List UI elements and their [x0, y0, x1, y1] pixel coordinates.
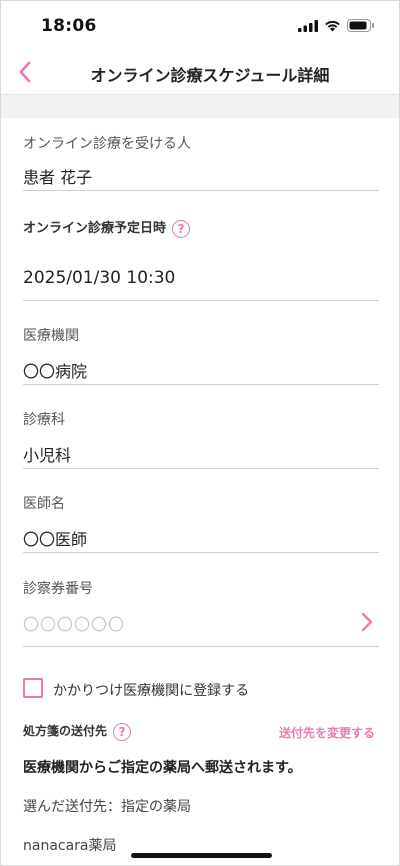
doctor-label: 医師名 — [23, 496, 65, 512]
screen: 18:06 オンライン診療スケジュール詳細 オンライン診療を受ける人 患者 花子… — [0, 0, 400, 866]
family-clinic-label[interactable]: かかりつけ医療機関に登録する — [53, 680, 249, 700]
patient-value: 患者 花子 — [23, 168, 93, 187]
schedule-label: オンライン診療予定日時 — [23, 221, 167, 236]
home-indicator — [131, 853, 272, 858]
doctor-field: 医師名 〇〇医師 — [23, 493, 379, 553]
doctor-value: 〇〇医師 — [23, 530, 88, 549]
institution-divider — [23, 384, 379, 385]
patient-divider — [23, 190, 379, 191]
pharmacy-block: nanacara薬局 — [23, 835, 379, 855]
change-destination-link[interactable]: 送付先を変更する — [279, 724, 375, 741]
wifi-icon — [325, 20, 340, 31]
department-label: 診療科 — [23, 412, 65, 428]
department-value: 小児科 — [23, 446, 72, 465]
page-title: オンライン診療スケジュール詳細 — [90, 66, 330, 85]
prescription-label: 処方箋の送付先 — [23, 724, 108, 738]
ticket-placeholder: 〇〇〇〇〇〇 — [23, 615, 126, 634]
prescription-notice: 医療機関からご指定の薬局へ郵送されます。 — [23, 760, 302, 776]
schedule-value: 2025/01/30 10:30 — [23, 267, 176, 288]
ticket-field[interactable]: 診察券番号 〇〇〇〇〇〇 — [23, 578, 379, 647]
ticket-divider — [23, 646, 379, 647]
schedule-field: オンライン診療予定日時? 2025/01/30 10:30 — [23, 217, 379, 301]
prescription-help-icon[interactable]: ? — [113, 722, 132, 741]
chevron-right-icon[interactable] — [359, 611, 375, 633]
department-field: 診療科 小児科 — [23, 409, 379, 469]
patient-field: オンライン診療を受ける人 患者 花子 — [23, 133, 379, 191]
institution-label: 医療機関 — [23, 328, 79, 344]
ticket-input-row[interactable]: 〇〇〇〇〇〇 — [23, 611, 379, 634]
selected-destination: 選んだ送付先：指定の薬局 — [23, 799, 191, 815]
patient-label: オンライン診療を受ける人 — [23, 136, 191, 152]
status-time: 18:06 — [41, 16, 97, 36]
section-divider — [1, 94, 399, 118]
family-clinic-checkbox[interactable] — [23, 678, 43, 698]
nav-bar: オンライン診療スケジュール詳細 — [1, 51, 399, 94]
ticket-label: 診察券番号 — [23, 581, 93, 597]
doctor-divider — [23, 552, 379, 553]
schedule-help-icon[interactable]: ? — [172, 219, 191, 238]
signal-icon — [298, 19, 318, 32]
institution-value: 〇〇病院 — [23, 362, 88, 381]
schedule-divider — [23, 300, 379, 301]
institution-field: 医療機関 〇〇病院 — [23, 325, 379, 385]
selected-destination-block: 選んだ送付先：指定の薬局 — [23, 796, 379, 816]
battery-icon — [347, 19, 374, 32]
status-bar: 18:06 — [1, 1, 399, 51]
schedule-label-row: オンライン診療予定日時? — [23, 217, 379, 238]
department-divider — [23, 468, 379, 469]
status-icons — [298, 19, 375, 32]
pharmacy-name: nanacara薬局 — [23, 838, 117, 854]
prescription-notice-block: 医療機関からご指定の薬局へ郵送されます。 — [23, 757, 379, 777]
